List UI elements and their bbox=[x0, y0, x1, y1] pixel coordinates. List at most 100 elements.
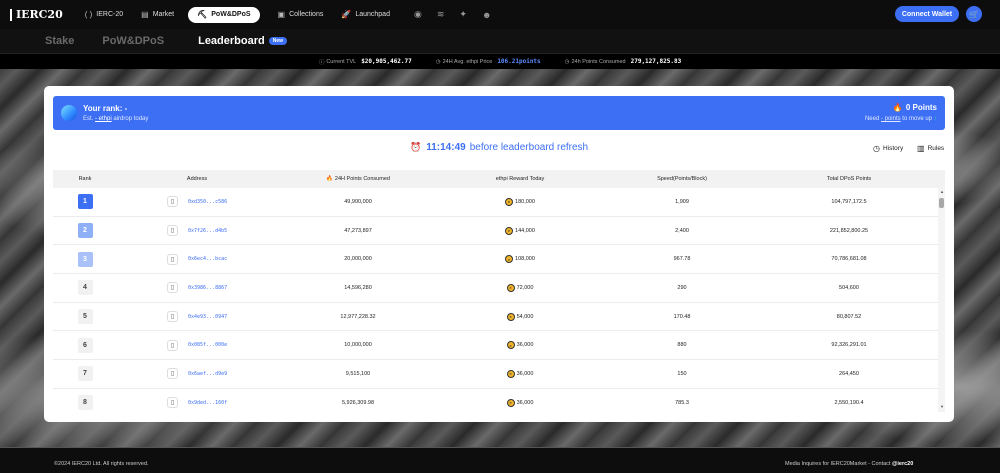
address-link[interactable]: 0x6ec4...bcac bbox=[188, 256, 227, 262]
layers-icon[interactable]: ≋ bbox=[437, 9, 445, 20]
address-cell: ▯ 0x6aef...d9e9 bbox=[117, 368, 277, 380]
header-address: Address bbox=[186, 176, 208, 182]
tab-stake[interactable]: Stake bbox=[45, 35, 74, 47]
nav-label: Collections bbox=[289, 11, 324, 18]
wallet-icon: ▯ bbox=[167, 225, 178, 237]
rank-badge: 5 bbox=[77, 309, 93, 325]
consumed-cell: 20,000,000 bbox=[344, 256, 372, 263]
table-header: Rank Address 🔥 24H Points Consumed ethpi … bbox=[53, 170, 945, 188]
tab-leaderboard[interactable]: Leaderboard bbox=[198, 35, 265, 47]
reward-value: 180,000 bbox=[515, 198, 535, 205]
speed-cell: 1,909 bbox=[675, 198, 689, 205]
logo[interactable]: IERC20 bbox=[10, 8, 63, 21]
top-navbar: IERC20 ( ) IERC-20 ▤ Market ⛏ PoW&DPoS ▣… bbox=[0, 0, 1000, 29]
address-link[interactable]: 0xd350...c586 bbox=[188, 199, 227, 205]
history-icon: ◷ bbox=[873, 144, 880, 153]
table-row: 6 ▯ 0x085f...000e 10,000,000 e 36,000 880 … bbox=[53, 331, 945, 361]
scrollbar[interactable] bbox=[938, 188, 945, 412]
reward-cell: e 144,000 bbox=[439, 226, 601, 235]
total-cell: 2,550,190.4 bbox=[834, 399, 864, 406]
nav-market[interactable]: ▤ Market bbox=[141, 7, 174, 23]
address-cell: ▯ 0x6ec4...bcac bbox=[117, 253, 277, 265]
ethpi-coin-icon: e bbox=[506, 312, 515, 321]
speed-cell: 170.48 bbox=[673, 313, 691, 320]
header-rank: Rank bbox=[78, 176, 92, 182]
reward-value: 36,000 bbox=[516, 370, 534, 377]
points-link[interactable]: - points bbox=[881, 116, 901, 122]
stat-value: 106.21points bbox=[497, 58, 541, 65]
history-label: History bbox=[882, 145, 904, 152]
rank-cell: 1 bbox=[53, 194, 117, 210]
scroll-up-arrow-icon[interactable]: ▲ bbox=[940, 189, 944, 194]
ethpi-coin-icon: e bbox=[506, 283, 515, 292]
stat-value: $20,905,462.77 bbox=[361, 58, 412, 65]
clock-icon: ◷ bbox=[435, 58, 441, 65]
ethpi-coin-icon: e bbox=[506, 398, 515, 407]
address-cell: ▯ 0x4e93...0947 bbox=[117, 311, 277, 323]
leaderboard-panel: Your rank: - Est. - ethpi airdrop today … bbox=[44, 86, 954, 422]
table-row: 3 ▯ 0x6ec4...bcac 20,000,000 e 108,000 967… bbox=[53, 245, 945, 275]
speed-cell: 2,400 bbox=[675, 227, 689, 234]
estimate-suffix: airdrop today bbox=[111, 116, 149, 122]
nav-ierc20[interactable]: ( ) IERC-20 bbox=[85, 7, 123, 23]
nav-collections[interactable]: ▣ Collections bbox=[278, 7, 324, 23]
stat-label: Current TVL bbox=[326, 58, 357, 65]
address-link[interactable]: 0x085f...000e bbox=[188, 342, 227, 348]
consumed-cell: 12,977,228.32 bbox=[340, 313, 376, 320]
address-link[interactable]: 0x7f26...d4b5 bbox=[188, 228, 227, 234]
book-icon: ▥ bbox=[917, 144, 925, 153]
header-total: Total DPoS Points bbox=[826, 176, 872, 182]
speed-cell: 150 bbox=[677, 370, 687, 377]
address-link[interactable]: 0x9ded...160f bbox=[188, 400, 227, 406]
market-icon: ▤ bbox=[141, 10, 149, 19]
history-button[interactable]: ◷ History bbox=[873, 144, 903, 153]
collections-icon: ▣ bbox=[277, 10, 286, 19]
tab-pow-dpos[interactable]: PoW&DPoS bbox=[102, 35, 164, 47]
points-value: 0 Points bbox=[905, 103, 937, 112]
media-text: Media Inquires for IERC20Market - Contac… bbox=[785, 461, 891, 467]
github-icon[interactable]: ◉ bbox=[414, 9, 422, 20]
table-row: 5 ▯ 0x4e93...0947 12,977,228.32 e 54,000 1… bbox=[53, 303, 945, 332]
discord-icon[interactable]: ☻ bbox=[482, 10, 491, 20]
fire-icon: 🔥 bbox=[326, 176, 333, 182]
stat-label: 24H Avg. ethpi Price bbox=[442, 58, 493, 65]
connect-wallet-button[interactable]: Connect Wallet bbox=[895, 6, 959, 22]
rank-badge: 6 bbox=[77, 337, 93, 353]
clock-icon: ◷ bbox=[564, 58, 570, 65]
consumed-cell: 5,926,309.98 bbox=[341, 399, 375, 406]
rules-button[interactable]: ▥ Rules bbox=[917, 144, 944, 153]
nav-pow-dpos[interactable]: ⛏ PoW&DPoS bbox=[188, 6, 260, 23]
wallet-icon: ▯ bbox=[167, 253, 178, 265]
header-consumed-label: 24H Points Consumed bbox=[334, 176, 390, 182]
address-cell: ▯ 0x3986...8867 bbox=[117, 282, 277, 294]
address-link[interactable]: 0x3986...8867 bbox=[188, 285, 227, 291]
address-link[interactable]: 0x6aef...d9e9 bbox=[188, 371, 227, 377]
reward-cell: e 180,000 bbox=[439, 197, 601, 206]
cart-icon[interactable]: 🛒 bbox=[966, 6, 982, 22]
scrollbar-thumb[interactable] bbox=[939, 198, 944, 208]
leaderboard-table: Rank Address 🔥 24H Points Consumed ethpi … bbox=[53, 170, 945, 412]
address-link[interactable]: 0x4e93...0947 bbox=[188, 314, 227, 320]
table-row: 1 ▯ 0xd350...c586 49,900,000 e 180,000 1,9… bbox=[53, 188, 945, 217]
rank-badge: 2 bbox=[77, 223, 93, 239]
need-prefix: Need bbox=[864, 116, 881, 122]
arrow-up-icon: ↑ bbox=[934, 116, 937, 122]
table-body[interactable]: 1 ▯ 0xd350...c586 49,900,000 e 180,000 1,9… bbox=[53, 188, 945, 412]
scroll-down-arrow-icon[interactable]: ▼ bbox=[940, 404, 944, 409]
reward-cell: e 72,000 bbox=[439, 283, 601, 292]
rank-cell: 5 bbox=[53, 309, 117, 325]
need-suffix: to move up bbox=[900, 116, 932, 122]
rank-cell: 8 bbox=[53, 395, 117, 411]
address-cell: ▯ 0x7f26...d4b5 bbox=[117, 225, 277, 237]
nav-launchpad[interactable]: 🚀 Launchpad bbox=[341, 7, 390, 23]
twitter-icon[interactable]: ✦ bbox=[459, 9, 467, 20]
contact-link[interactable]: @ierc20 bbox=[892, 461, 913, 467]
reward-cell: e 54,000 bbox=[439, 312, 601, 321]
rank-badge: 1 bbox=[77, 194, 93, 210]
countdown-text: before leaderboard refresh bbox=[469, 142, 589, 153]
nav-label: Launchpad bbox=[355, 11, 390, 18]
ethpi-link[interactable]: - ethpi bbox=[95, 116, 112, 122]
reward-value: 72,000 bbox=[516, 284, 534, 291]
speed-cell: 785.3 bbox=[675, 399, 689, 406]
pickaxe-icon: ⛏ bbox=[197, 10, 208, 19]
